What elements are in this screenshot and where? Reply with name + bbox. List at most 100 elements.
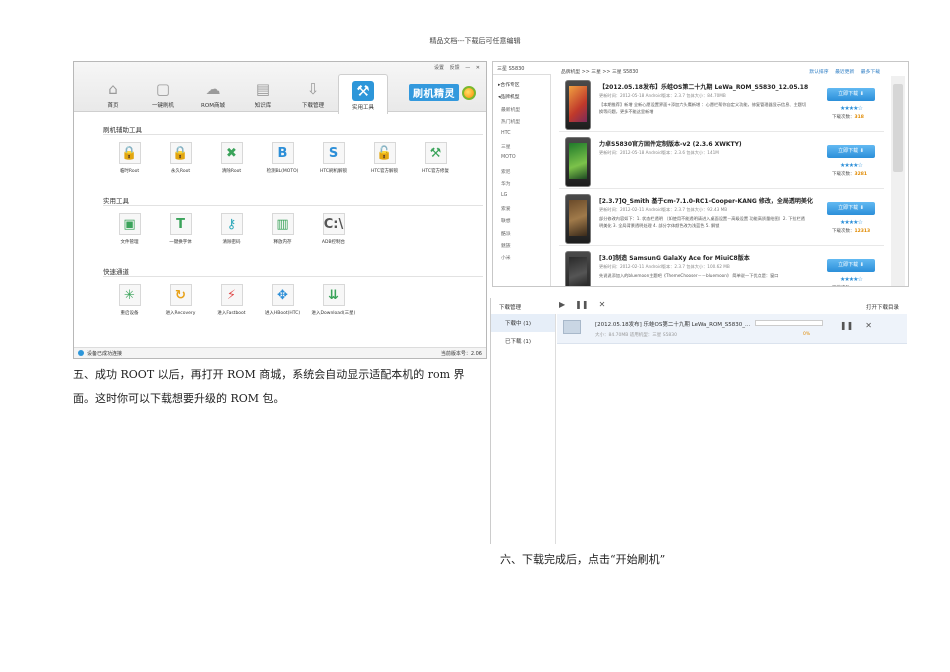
- tool-key[interactable]: ⚷ 清除密码: [206, 213, 257, 245]
- tool-lock[interactable]: 🔒 临时Root: [104, 142, 155, 174]
- status-bar: 设备已成功连接 当前版本号：2.06: [74, 347, 486, 358]
- rom-title[interactable]: 【2012.05.18发布】乐蛙OS第二十九期 LeWa_ROM_S5830_1…: [599, 82, 808, 91]
- sidebar-item[interactable]: LG: [493, 193, 550, 205]
- tool-recovery[interactable]: ↻ 进入Recovery: [155, 284, 206, 316]
- tool-hboot[interactable]: ✥ 进入HBoot(HTC): [257, 284, 308, 316]
- tab-home[interactable]: ⌂ 首页: [88, 74, 138, 112]
- scrollbar[interactable]: [891, 76, 905, 286]
- recovery-icon: ↻: [169, 284, 192, 306]
- rom-row[interactable]: 力卓S5830官方固件定制版本-v2 (2.3.6 XWKTY) 更新时间：201…: [559, 135, 884, 189]
- device-search[interactable]: 三星 S5830: [493, 62, 551, 75]
- rom-title[interactable]: [2.3.7]Q_Smith 基于cm-7.1.0-RC1-Cooper-KAN…: [599, 196, 813, 205]
- rom-row[interactable]: [3.0]制造 SamsunG GalaXy Ace for MiuiC8版本更…: [559, 249, 884, 286]
- tool-folder[interactable]: ▣ 文件管理: [104, 213, 155, 245]
- tool-s-off[interactable]: S HTC刷机解锁: [308, 142, 359, 174]
- download-now-button[interactable]: 立即下载 ⬇: [827, 145, 875, 158]
- sidebar-item[interactable]: 魅族: [493, 242, 550, 254]
- sidebar-item[interactable]: 小米: [493, 254, 550, 266]
- section-divider: [103, 134, 483, 135]
- sidebar-item[interactable]: ◂品牌机型: [493, 93, 550, 105]
- sidebar-item[interactable]: ▸合作专区: [493, 81, 550, 93]
- tab-downloading[interactable]: 下载中 (1): [491, 314, 555, 332]
- step5-line2: 面。这时你可以下载想要升级的 ROM 包。: [73, 392, 285, 405]
- android-clear-icon: ✖: [220, 142, 243, 164]
- rom-screenshot[interactable]: [565, 137, 591, 187]
- close-button[interactable]: ✕: [476, 65, 480, 71]
- rom-market-window: 三星 S5830 ▸合作专区 ◂品牌机型 最新机型 热门机型 HTC 三星 MOTO 索尼 华为…: [492, 61, 909, 287]
- scrollbar-thumb[interactable]: [893, 84, 903, 172]
- tool-fastboot[interactable]: ⚡ 进入Fastboot: [206, 284, 257, 316]
- feedback-link[interactable]: 反馈: [450, 65, 460, 71]
- tab-label: 首页: [107, 103, 119, 109]
- hboot-icon: ✥: [271, 284, 294, 306]
- tool-label: 进入HBoot(HTC): [264, 311, 301, 316]
- tab-downloaded[interactable]: 已下载 (1): [491, 332, 555, 350]
- sidebar-item[interactable]: HTC: [493, 131, 550, 143]
- tab-rom-market[interactable]: ☁ ROM商城: [188, 74, 238, 112]
- sidebar-item[interactable]: 三星: [493, 143, 550, 155]
- sidebar-item[interactable]: 最新机型: [493, 106, 550, 118]
- tab-label: 下载管理: [301, 103, 324, 109]
- sidebar-item[interactable]: 索尼: [493, 168, 550, 180]
- rating-stars: ★★★★☆: [840, 219, 863, 226]
- sidebar-item[interactable]: 索爱: [493, 205, 550, 217]
- download-now-button[interactable]: 立即下载 ⬇: [827, 88, 875, 101]
- folder-icon: ▣: [118, 213, 141, 235]
- cancel-icon[interactable]: ✕: [865, 321, 872, 330]
- progress-percent: 0%: [803, 332, 811, 337]
- open-download-dir-button[interactable]: 打开下载目录: [866, 303, 899, 311]
- tool-font[interactable]: T 一键换字体: [155, 213, 206, 245]
- download-tabs: 下载中 (1) 已下载 (1): [491, 314, 556, 544]
- rom-title[interactable]: [3.0]制造 SamsunG GalaXy Ace for MiuiC8版本: [599, 253, 750, 262]
- tool-console[interactable]: C:\ ADB控制台: [308, 213, 359, 245]
- sidebar-item[interactable]: 联想: [493, 217, 550, 229]
- tab-one-click-flash[interactable]: ▢ 一键刷机: [138, 74, 188, 112]
- step6-text: 六、下载完成后，点击“开始刷机”: [500, 553, 666, 566]
- tab-label: 一键刷机: [151, 103, 174, 109]
- tab-utilities[interactable]: ⚒ 实用工具: [338, 74, 388, 114]
- sort-default[interactable]: 默认排序: [809, 70, 828, 75]
- tool-bootloader[interactable]: B 检测BL(MOTO): [257, 142, 308, 174]
- rom-title[interactable]: 力卓S5830官方固件定制版本-v2 (2.3.6 XWKTY): [599, 139, 742, 148]
- tool-hammer[interactable]: ⚒ HTC官方修复: [410, 142, 461, 174]
- rom-row[interactable]: [2.3.7]Q_Smith 基于cm-7.1.0-RC1-Cooper-KAN…: [559, 192, 884, 246]
- download-mode-icon: ⇊: [322, 284, 345, 306]
- sidebar-item[interactable]: 华为: [493, 180, 550, 192]
- sidebar-item[interactable]: 酷派: [493, 230, 550, 242]
- rom-screenshot[interactable]: [565, 251, 591, 286]
- tool-lock[interactable]: 🔒 永久Root: [155, 142, 206, 174]
- download-now-button[interactable]: 立即下载 ⬇: [827, 202, 875, 215]
- rom-meta: 更新时间：2012-05-18 Android版本：2.3.7 包体大小：84.…: [599, 93, 726, 98]
- tool-memory[interactable]: ▥ 释放内存: [257, 213, 308, 245]
- delete-icon[interactable]: ✕: [599, 300, 606, 309]
- download-now-button[interactable]: 立即下载 ⬇: [827, 259, 875, 272]
- tool-label: 永久Root: [170, 169, 191, 174]
- tool-download-mode[interactable]: ⇊ 进入Download(三星): [308, 284, 359, 316]
- tab-download-manager[interactable]: ⇩ 下载管理: [288, 74, 338, 112]
- tab-knowledge-base[interactable]: ▤ 知识库: [238, 74, 288, 112]
- tab-label: 知识库: [254, 103, 272, 109]
- tool-android-clear[interactable]: ✖ 清除Root: [206, 142, 257, 174]
- rom-screenshot[interactable]: [565, 194, 591, 244]
- rom-screenshot[interactable]: [565, 80, 591, 130]
- sidebar-item[interactable]: 热门机型: [493, 118, 550, 130]
- tool-unlock[interactable]: 🔓 HTC官方解锁: [359, 142, 410, 174]
- settings-link[interactable]: 设置: [434, 65, 444, 71]
- sort-recent[interactable]: 最近更新: [835, 70, 854, 75]
- pause-all-icon[interactable]: ❚❚: [575, 300, 588, 309]
- rom-screenshot-screen: [569, 200, 587, 236]
- pause-icon[interactable]: ❚❚: [840, 321, 853, 330]
- download-manager-header: 下载管理 ▶ ❚❚ ✕ 打开下载目录: [491, 298, 907, 314]
- section-divider: [103, 205, 483, 206]
- download-info: 大小：84.70MB 适用机型：三星 S5830: [595, 333, 678, 338]
- rom-row[interactable]: 【2012.05.18发布】乐蛙OS第二十九期 LeWa_ROM_S5830_1…: [559, 78, 884, 132]
- minimize-button[interactable]: —: [465, 65, 470, 71]
- play-icon[interactable]: ▶: [559, 300, 565, 309]
- sidebar-item[interactable]: MOTO: [493, 155, 550, 167]
- tool-restart[interactable]: ✳ 重启设备: [104, 284, 155, 316]
- sort-most-downloaded[interactable]: 最多下载: [861, 70, 880, 75]
- brand-name: 刷机精灵: [409, 84, 459, 101]
- download-item[interactable]: [2012.05.18发布] 乐蛙OS第二十九期 LeWa_ROM_S5830_…: [557, 314, 907, 344]
- key-icon: ⚷: [220, 213, 243, 235]
- download-count: 下载次数：318: [832, 114, 864, 120]
